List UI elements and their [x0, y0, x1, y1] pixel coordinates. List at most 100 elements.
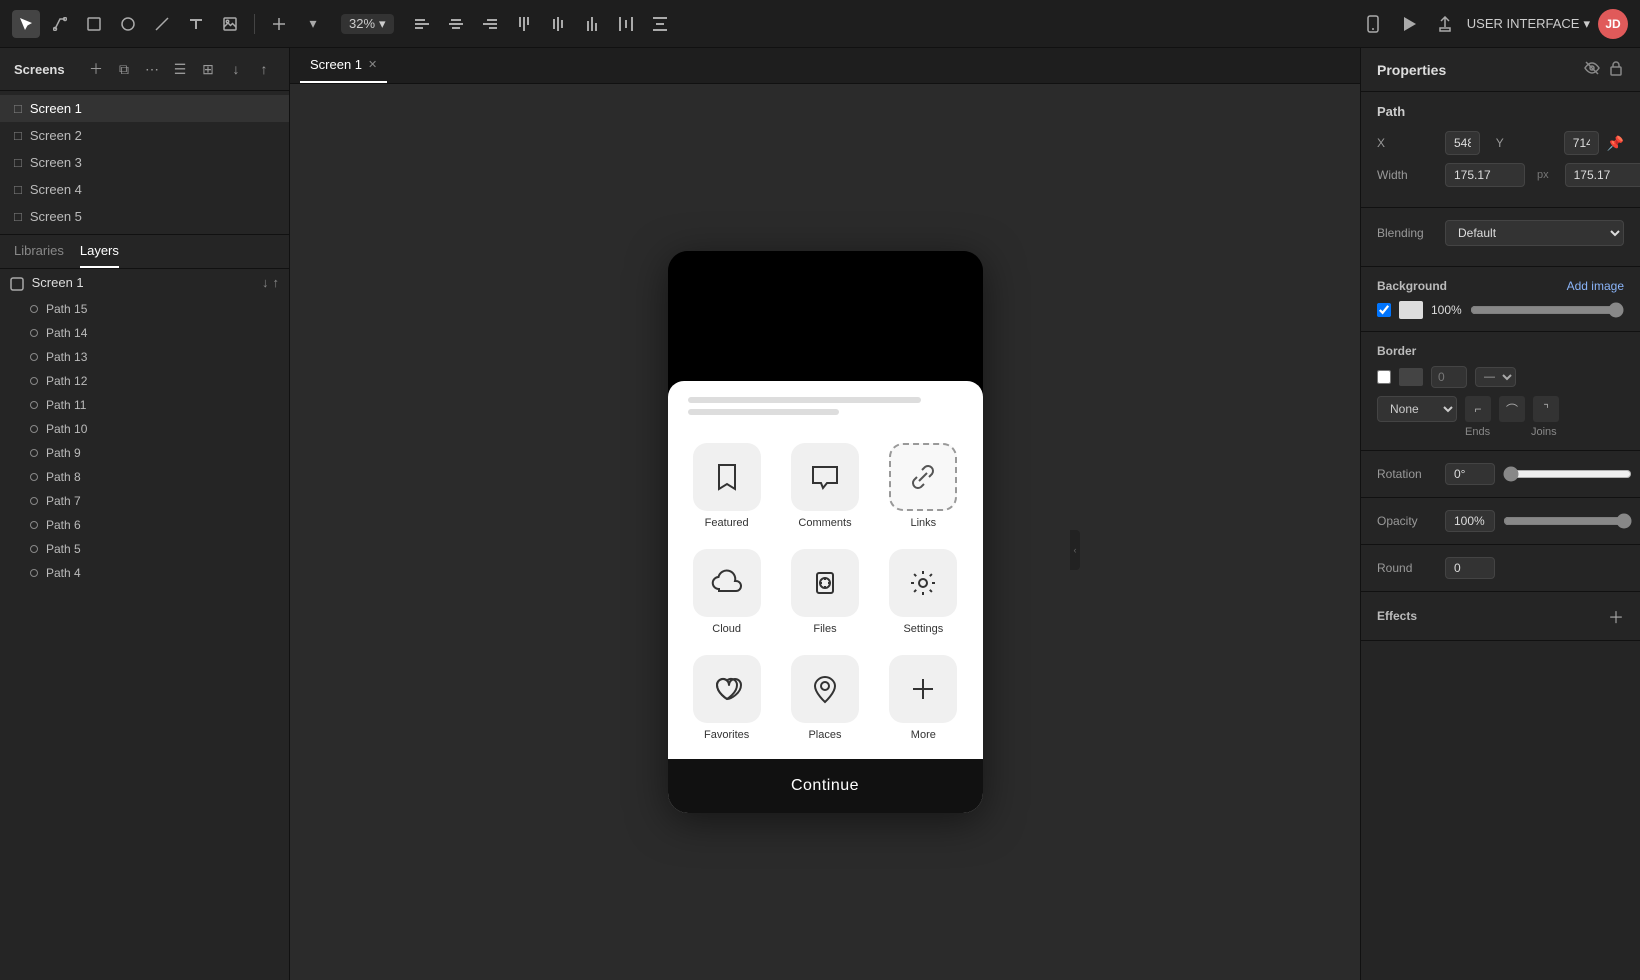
list-view-btn[interactable]: ☰ — [169, 58, 191, 80]
handle-line-short — [688, 409, 839, 415]
layer-path11[interactable]: Path 11 — [0, 393, 289, 417]
border-checkbox[interactable] — [1377, 370, 1391, 384]
blending-select[interactable]: Default Multiply Screen Overlay — [1445, 220, 1624, 246]
layer-dot-11 — [30, 401, 38, 409]
add-image-btn[interactable]: Add image — [1567, 279, 1624, 293]
layer-path9[interactable]: Path 9 — [0, 441, 289, 465]
layers-sort: ↓ ↑ — [262, 275, 279, 290]
grid-item-more[interactable]: More — [874, 645, 972, 751]
select-tool[interactable] — [12, 10, 40, 38]
align-center-v[interactable] — [544, 10, 572, 38]
join-round-btn[interactable]: ⌒ — [1499, 396, 1525, 422]
sort-down-icon[interactable]: ↓ — [262, 275, 269, 290]
user-avatar[interactable]: JD — [1598, 9, 1628, 39]
width-input[interactable] — [1445, 163, 1525, 187]
x-input[interactable] — [1445, 131, 1480, 155]
panel-collapse-btn[interactable]: ‹ — [1070, 530, 1080, 570]
sort-up-icon[interactable]: ↑ — [273, 275, 280, 290]
join-miter-btn[interactable]: ⌐ — [1465, 396, 1491, 422]
text-tool[interactable] — [182, 10, 210, 38]
canvas-tab-screen1[interactable]: Screen 1 ✕ — [300, 48, 387, 83]
bg-title-row: Background Add image — [1377, 279, 1624, 293]
layer-path15[interactable]: Path 15 — [0, 297, 289, 321]
play-btn[interactable] — [1395, 10, 1423, 38]
grid-item-comments[interactable]: Comments — [776, 433, 874, 539]
grid-view-btn[interactable]: ⊞ — [197, 58, 219, 80]
sort-down-btn[interactable]: ↓ — [225, 58, 247, 80]
zoom-control[interactable]: 32% ▾ — [341, 14, 394, 34]
libraries-tab[interactable]: Libraries — [14, 235, 64, 268]
mobile-preview-btn[interactable] — [1359, 10, 1387, 38]
lock-toggle[interactable] — [1608, 60, 1624, 79]
ends-style-select[interactable]: None Round Square — [1377, 396, 1457, 422]
share-btn[interactable] — [1431, 10, 1459, 38]
layer-path14[interactable]: Path 14 — [0, 321, 289, 345]
continue-button[interactable]: Continue — [668, 759, 983, 813]
distribute-v[interactable] — [646, 10, 674, 38]
bg-opacity-slider[interactable] — [1470, 302, 1624, 318]
layer-path12[interactable]: Path 12 — [0, 369, 289, 393]
screen-item-5[interactable]: □ Screen 5 — [0, 203, 289, 230]
grid-item-favorites[interactable]: Favorites — [678, 645, 776, 751]
distribute-h[interactable] — [612, 10, 640, 38]
layer-label-8: Path 8 — [46, 470, 81, 484]
layer-path4[interactable]: Path 4 — [0, 561, 289, 585]
layers-tab[interactable]: Layers — [80, 235, 119, 268]
bg-color-swatch[interactable] — [1399, 301, 1423, 319]
bg-checkbox[interactable] — [1377, 303, 1391, 317]
opacity-input[interactable] — [1445, 510, 1495, 532]
align-right[interactable] — [476, 10, 504, 38]
add-dropdown[interactable]: ▾ — [299, 10, 327, 38]
screen-item-3[interactable]: □ Screen 3 — [0, 149, 289, 176]
screen-item-4[interactable]: □ Screen 4 — [0, 176, 289, 203]
border-width-input[interactable] — [1431, 366, 1467, 388]
layer-path5[interactable]: Path 5 — [0, 537, 289, 561]
layer-path13[interactable]: Path 13 — [0, 345, 289, 369]
align-left[interactable] — [408, 10, 436, 38]
layer-path6[interactable]: Path 6 — [0, 513, 289, 537]
screen-item-2[interactable]: □ Screen 2 — [0, 122, 289, 149]
layer-root-label[interactable]: Screen 1 — [10, 275, 84, 291]
line-tool[interactable] — [148, 10, 176, 38]
pin-icon[interactable]: 📌 — [1607, 135, 1624, 152]
rotation-input[interactable] — [1445, 463, 1495, 485]
y-input[interactable] — [1564, 131, 1599, 155]
border-style-select[interactable]: — - - ··· — [1475, 367, 1516, 387]
grid-item-links[interactable]: Links — [874, 433, 972, 539]
border-color-swatch[interactable] — [1399, 368, 1423, 386]
join-bevel-btn[interactable]: ⌝ — [1533, 396, 1559, 422]
image-tool[interactable] — [216, 10, 244, 38]
screen-more-btn[interactable]: ⋯ — [141, 58, 163, 80]
ellipse-tool[interactable] — [114, 10, 142, 38]
vector-tool[interactable] — [46, 10, 74, 38]
screen-label-2: Screen 2 — [30, 128, 82, 143]
grid-item-settings[interactable]: Settings — [874, 539, 972, 645]
canvas-tab-close[interactable]: ✕ — [368, 58, 377, 71]
align-bottom[interactable] — [578, 10, 606, 38]
align-top[interactable] — [510, 10, 538, 38]
add-effect-btn[interactable]: ＋ — [1608, 604, 1624, 628]
grid-item-files[interactable]: Files — [776, 539, 874, 645]
workspace-selector[interactable]: USER INTERFACE ▾ — [1467, 16, 1590, 32]
add-screen-btn[interactable]: ＋ — [85, 58, 107, 80]
grid-item-cloud[interactable]: Cloud — [678, 539, 776, 645]
round-input[interactable] — [1445, 557, 1495, 579]
grid-item-featured[interactable]: Featured — [678, 433, 776, 539]
opacity-row: Opacity — [1377, 510, 1624, 532]
add-tool[interactable] — [265, 10, 293, 38]
opacity-slider[interactable] — [1503, 513, 1632, 529]
layer-path8[interactable]: Path 8 — [0, 465, 289, 489]
duplicate-screen-btn[interactable]: ⧉ — [113, 58, 135, 80]
screen-item-1[interactable]: □ Screen 1 — [0, 95, 289, 122]
grid-item-places[interactable]: Places — [776, 645, 874, 751]
height-input[interactable] — [1565, 163, 1640, 187]
align-center-h[interactable] — [442, 10, 470, 38]
rect-tool[interactable] — [80, 10, 108, 38]
canvas-content[interactable]: Featured Comments — [290, 84, 1360, 980]
layer-path7[interactable]: Path 7 — [0, 489, 289, 513]
sort-up-btn[interactable]: ↑ — [253, 58, 275, 80]
rotation-slider[interactable] — [1503, 466, 1632, 482]
rotation-row: Rotation — [1377, 463, 1624, 485]
layer-path10[interactable]: Path 10 — [0, 417, 289, 441]
visibility-toggle[interactable] — [1584, 60, 1600, 79]
